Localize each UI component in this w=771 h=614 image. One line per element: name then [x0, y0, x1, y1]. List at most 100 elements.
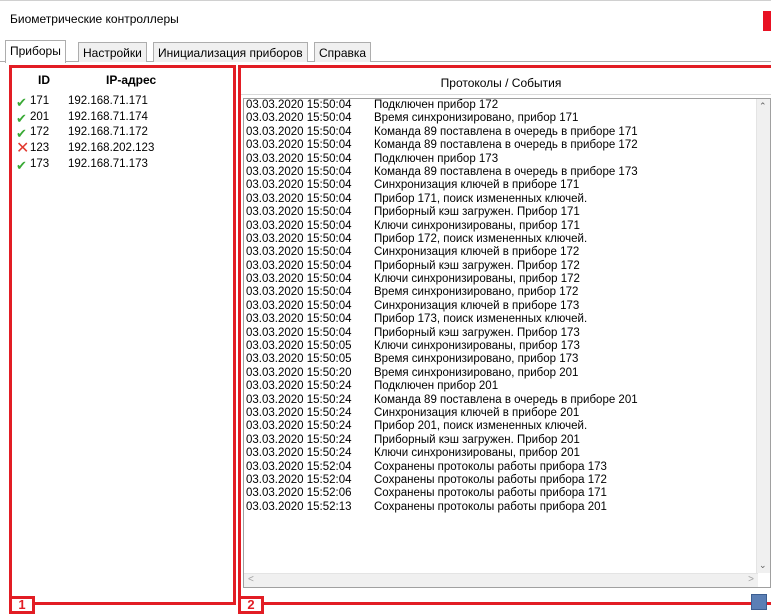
horizontal-scrollbar[interactable]: < > [244, 573, 758, 587]
event-time: 03.03.2020 15:50:04 [246, 99, 352, 111]
events-panel: Протоколы / События 03.03.2020 15:50:04 П… [238, 65, 771, 605]
event-text: Сохранены протоколы работы прибора 171 [374, 487, 607, 500]
event-text: Ключи синхронизированы, прибор 171 [374, 219, 580, 232]
device-row[interactable]: ✔ 173 192.168.71.173 [12, 158, 233, 174]
event-row: 03.03.2020 15:50:24 Подключен прибор 201 [246, 380, 758, 393]
event-time: 03.03.2020 15:50:04 [246, 286, 352, 299]
tab-help[interactable]: Справка [314, 42, 372, 62]
event-time: 03.03.2020 15:50:05 [246, 353, 352, 366]
device-ip: 192.168.71.171 [68, 95, 148, 107]
event-text: Команда 89 поставлена в очередь в прибор… [374, 165, 638, 178]
device-ip: 192.168.71.173 [68, 157, 148, 170]
event-row: 03.03.2020 15:50:04 Ключи синхронизирован… [246, 273, 758, 286]
device-ip: 192.168.202.123 [68, 142, 155, 155]
check-icon: ✔ [16, 95, 27, 110]
scroll-right-icon[interactable]: > [748, 574, 754, 585]
event-time: 03.03.2020 15:50:04 [246, 165, 352, 178]
event-time: 03.03.2020 15:50:20 [246, 366, 352, 379]
devices-panel: ID IP-адрес ✔ 171 192.168.71.171 ✔ 201 192.16… [9, 65, 236, 605]
tab-settings[interactable]: Настройки [78, 42, 147, 62]
vertical-scrollbar[interactable]: ⌃ ⌄ [756, 99, 770, 573]
event-row: 03.03.2020 15:50:04 Приборный кэш загруже… [246, 327, 758, 340]
edit-icon[interactable] [751, 594, 767, 610]
event-row: 03.03.2020 15:50:05 Ключи синхронизирован… [246, 340, 758, 353]
event-time: 03.03.2020 15:50:04 [246, 299, 352, 312]
event-row: 03.03.2020 15:50:20 Время синхронизирован… [246, 367, 758, 380]
event-row: 03.03.2020 15:50:04 Подключен прибор 172 [246, 99, 758, 112]
event-time: 03.03.2020 15:52:04 [246, 473, 352, 486]
event-row: 03.03.2020 15:50:04 Время синхронизирован… [246, 112, 758, 125]
window-title: Биометрические контроллеры [10, 12, 179, 26]
event-time: 03.03.2020 15:50:04 [246, 192, 352, 205]
event-time: 03.03.2020 15:50:24 [246, 447, 352, 460]
event-time: 03.03.2020 15:50:24 [246, 393, 352, 406]
device-row[interactable]: ✕ 123 192.168.202.123 [12, 141, 233, 158]
event-time: 03.03.2020 15:50:24 [246, 433, 352, 446]
event-row: 03.03.2020 15:50:04 Синхронизация ключей … [246, 300, 758, 313]
event-text: Синхронизация ключей в приборе 173 [374, 299, 580, 312]
event-time: 03.03.2020 15:50:04 [246, 313, 352, 326]
event-row: 03.03.2020 15:50:04 Подключен прибор 173 [246, 153, 758, 166]
device-row[interactable]: ✔ 201 192.168.71.174 [12, 111, 233, 127]
scroll-left-icon[interactable]: < [248, 574, 254, 585]
close-button[interactable] [763, 11, 771, 31]
event-time: 03.03.2020 15:50:04 [246, 232, 352, 245]
events-title: Протоколы / События [440, 76, 562, 90]
event-row: 03.03.2020 15:50:04 Команда 89 поставлена… [246, 139, 758, 152]
column-header-ip[interactable]: IP-адрес [106, 73, 156, 87]
event-text: Приборный кэш загружен. Прибор 201 [374, 433, 580, 446]
event-row: 03.03.2020 15:50:24 Ключи синхронизирован… [246, 447, 758, 460]
event-row: 03.03.2020 15:50:04 Ключи синхронизирован… [246, 220, 758, 233]
event-row: 03.03.2020 15:50:24 Приборный кэш загруже… [246, 434, 758, 447]
events-header: Протоколы / События [241, 68, 771, 95]
event-time: 03.03.2020 15:50:04 [246, 259, 352, 272]
event-time: 03.03.2020 15:50:24 [246, 380, 352, 393]
event-row: 03.03.2020 15:50:05 Время синхронизирован… [246, 353, 758, 366]
scroll-up-icon[interactable]: ⌃ [759, 101, 767, 112]
tab-device-init[interactable]: Инициализация приборов [153, 42, 308, 62]
check-icon: ✔ [16, 157, 27, 173]
event-row: 03.03.2020 15:50:04 Приборный кэш загруже… [246, 260, 758, 273]
event-row: 03.03.2020 15:50:04 Прибор 173, поиск изм… [246, 313, 758, 326]
device-id: 172 [30, 126, 50, 139]
event-text: Прибор 172, поиск измененных ключей. [374, 232, 588, 245]
event-time: 03.03.2020 15:50:04 [246, 246, 352, 259]
event-time: 03.03.2020 15:50:04 [246, 125, 352, 138]
scroll-down-icon[interactable]: ⌄ [759, 560, 767, 571]
event-text: Синхронизация ключей в приборе 201 [374, 406, 580, 419]
event-time: 03.03.2020 15:50:24 [246, 406, 352, 419]
tab-devices[interactable]: Приборы [5, 40, 66, 63]
event-time: 03.03.2020 15:50:04 [246, 179, 352, 192]
device-id: 171 [30, 95, 50, 107]
event-text: Подключен прибор 172 [374, 99, 499, 111]
device-row[interactable]: ✔ 172 192.168.71.172 [12, 126, 233, 142]
event-row: 03.03.2020 15:50:04 Прибор 171, поиск изм… [246, 193, 758, 206]
event-text: Ключи синхронизированы, прибор 172 [374, 273, 580, 286]
window-titlebar: Биометрические контроллеры [0, 0, 771, 36]
device-row[interactable]: ✔ 171 192.168.71.171 [12, 95, 233, 111]
column-header-id[interactable]: ID [38, 73, 50, 87]
event-text: Команда 89 поставлена в очередь в прибор… [374, 393, 638, 406]
event-row: 03.03.2020 15:52:06 Сохранены протоколы р… [246, 487, 758, 500]
event-time: 03.03.2020 15:52:13 [246, 500, 352, 513]
event-row: 03.03.2020 15:50:24 Команда 89 поставлена… [246, 394, 758, 407]
event-row: 03.03.2020 15:50:24 Прибор 201, поиск изм… [246, 420, 758, 433]
event-time: 03.03.2020 15:50:04 [246, 139, 352, 152]
events-log[interactable]: 03.03.2020 15:50:04 Подключен прибор 172 0… [243, 98, 771, 588]
event-text: Подключен прибор 201 [374, 380, 499, 393]
devices-list: ✔ 171 192.168.71.171 ✔ 201 192.168.71.174 ✔ 172… [12, 95, 233, 173]
event-text: Сохранены протоколы работы прибора 201 [374, 500, 607, 513]
device-ip: 192.168.71.172 [68, 126, 148, 139]
device-id: 123 [30, 142, 50, 155]
event-text: Время синхронизировано, прибор 171 [374, 112, 579, 125]
event-row: 03.03.2020 15:52:13 Сохранены протоколы р… [246, 501, 758, 514]
event-text: Приборный кэш загружен. Прибор 171 [374, 206, 580, 219]
event-row: 03.03.2020 15:50:24 Синхронизация ключей … [246, 407, 758, 420]
event-text: Подключен прибор 173 [374, 152, 499, 165]
event-text: Приборный кэш загружен. Прибор 173 [374, 326, 580, 339]
event-time: 03.03.2020 15:50:24 [246, 420, 352, 433]
events-list: 03.03.2020 15:50:04 Подключен прибор 172 0… [246, 99, 758, 514]
event-text: Приборный кэш загружен. Прибор 172 [374, 259, 580, 272]
event-text: Прибор 201, поиск измененных ключей. [374, 420, 588, 433]
event-time: 03.03.2020 15:52:06 [246, 487, 352, 500]
